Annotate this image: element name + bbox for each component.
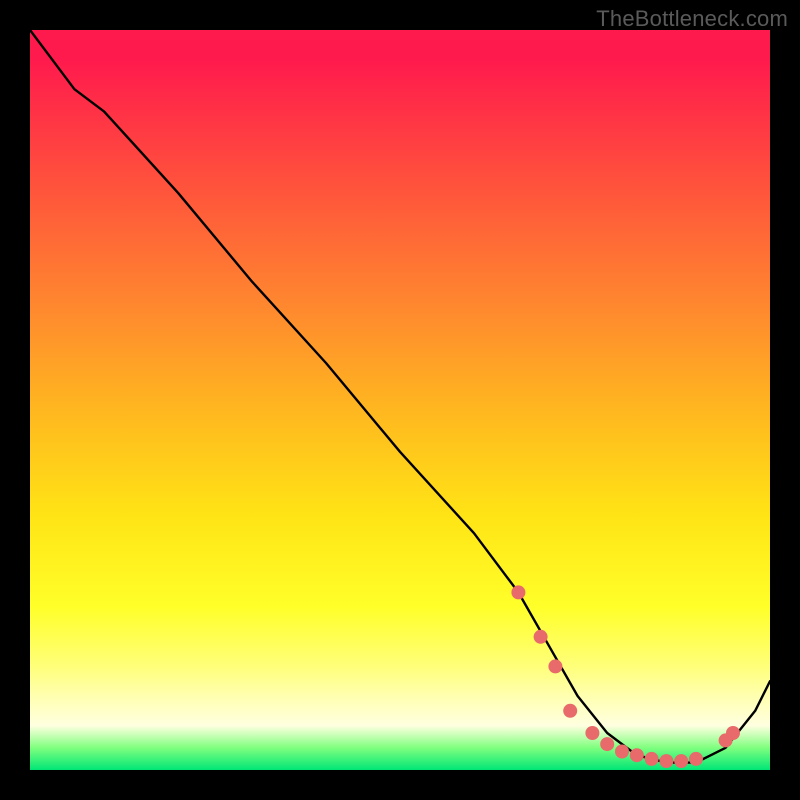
curve-marker <box>548 659 562 673</box>
curve-marker <box>600 737 614 751</box>
curve-marker <box>534 630 548 644</box>
bottleneck-curve <box>30 30 770 763</box>
curve-markers <box>511 585 740 768</box>
watermark-text: TheBottleneck.com <box>596 6 788 32</box>
plot-area <box>30 30 770 770</box>
chart-frame: TheBottleneck.com <box>0 0 800 800</box>
curve-marker <box>645 752 659 766</box>
curve-marker <box>615 745 629 759</box>
curve-marker <box>585 726 599 740</box>
curve-marker <box>511 585 525 599</box>
curve-marker <box>689 752 703 766</box>
curve-marker <box>563 704 577 718</box>
curve-marker <box>726 726 740 740</box>
curve-svg <box>30 30 770 770</box>
curve-marker <box>659 754 673 768</box>
curve-marker <box>674 754 688 768</box>
curve-marker <box>630 748 644 762</box>
